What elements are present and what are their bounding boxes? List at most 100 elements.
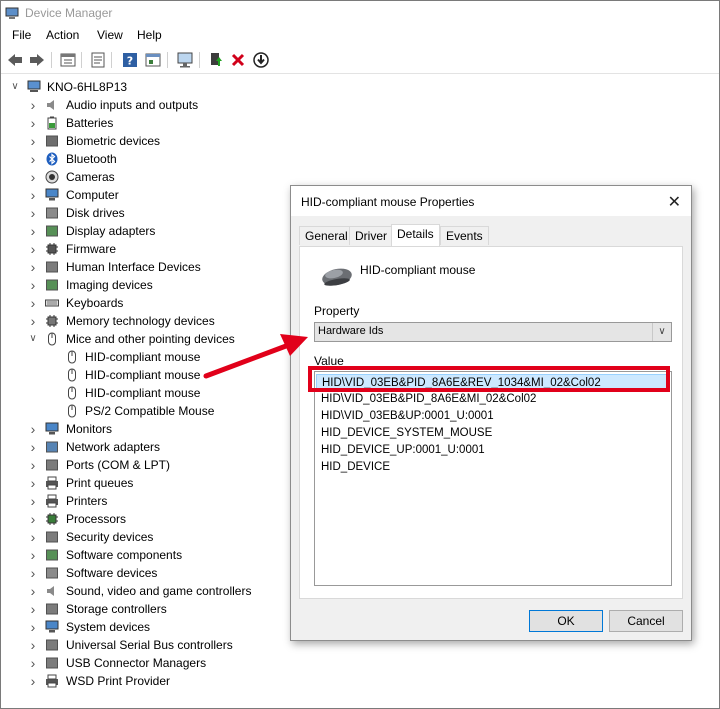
tree-category[interactable]: › Storage controllers	[27, 600, 307, 618]
value-item[interactable]: HID_DEVICE_UP:0001_U:0001	[321, 442, 485, 458]
tree-device-label: HID-compliant mouse	[85, 368, 201, 382]
tree-category[interactable]: › Biometric devices	[27, 132, 307, 150]
tab-general[interactable]: General	[299, 226, 354, 245]
properties-view-icon[interactable]	[59, 51, 77, 69]
tree-category[interactable]: › Network adapters	[27, 438, 307, 456]
chevron-right-icon[interactable]: ›	[27, 510, 39, 528]
chevron-right-icon[interactable]: ›	[27, 600, 39, 618]
tree-category[interactable]: › System devices	[27, 618, 307, 636]
chevron-right-icon[interactable]: ›	[27, 636, 39, 654]
tree-category[interactable]: › Display adapters	[27, 222, 307, 240]
tree-device[interactable]: HID-compliant mouse	[65, 366, 265, 384]
tree-category[interactable]: ∨ Mice and other pointing devices	[27, 330, 307, 348]
tab-details[interactable]: Details	[391, 224, 440, 246]
menu-file[interactable]: File	[12, 28, 31, 42]
tree-category[interactable]: › Print queues	[27, 474, 307, 492]
tree-category[interactable]: › Processors	[27, 510, 307, 528]
tree-category[interactable]: › Universal Serial Bus controllers	[27, 636, 307, 654]
forward-icon[interactable]	[28, 51, 46, 69]
tree-category[interactable]: › USB Connector Managers	[27, 654, 307, 672]
chevron-right-icon[interactable]: ›	[27, 96, 39, 114]
tree-category[interactable]: › Security devices	[27, 528, 307, 546]
chevron-right-icon[interactable]: ›	[27, 276, 39, 294]
chevron-right-icon[interactable]: ›	[27, 114, 39, 132]
scanner-icon	[46, 279, 58, 291]
tree-category[interactable]: › Bluetooth	[27, 150, 307, 168]
value-item[interactable]: HID\VID_03EB&UP:0001_U:0001	[321, 408, 494, 424]
hid-icon	[46, 261, 58, 273]
menu-help[interactable]: Help	[137, 28, 162, 42]
download-icon[interactable]	[252, 51, 270, 69]
tree-category[interactable]: › Monitors	[27, 420, 307, 438]
chevron-right-icon[interactable]: ›	[27, 204, 39, 222]
chevron-right-icon[interactable]: ›	[27, 222, 39, 240]
chevron-right-icon[interactable]: ›	[27, 150, 39, 168]
cancel-button[interactable]: Cancel	[609, 610, 683, 632]
tree-category[interactable]: › Memory technology devices	[27, 312, 307, 330]
update-driver-icon[interactable]	[207, 51, 225, 69]
properties-sheet-icon[interactable]	[89, 51, 107, 69]
uninstall-icon[interactable]	[229, 51, 247, 69]
chevron-right-icon[interactable]: ›	[27, 294, 39, 312]
chevron-down-icon[interactable]: ∨	[27, 330, 39, 348]
ok-button[interactable]: OK	[529, 610, 603, 632]
tree-category[interactable]: › Sound, video and game controllers	[27, 582, 307, 600]
tree-device[interactable]: HID-compliant mouse	[65, 348, 265, 366]
chevron-right-icon[interactable]: ›	[27, 240, 39, 258]
window-title: Device Manager	[25, 6, 113, 20]
tree-category[interactable]: › WSD Print Provider	[27, 672, 307, 690]
value-item[interactable]: HID\VID_03EB&PID_8A6E&MI_02&Col02	[321, 391, 536, 407]
menu-action[interactable]: Action	[46, 28, 79, 42]
chevron-right-icon[interactable]: ›	[27, 528, 39, 546]
tree-category[interactable]: › Keyboards	[27, 294, 307, 312]
chevron-right-icon[interactable]: ›	[27, 546, 39, 564]
close-icon[interactable]: ✕	[668, 192, 681, 212]
tree-category[interactable]: › Batteries	[27, 114, 307, 132]
tree-category[interactable]: › Firmware	[27, 240, 307, 258]
chevron-right-icon[interactable]: ›	[27, 474, 39, 492]
chevron-right-icon[interactable]: ›	[27, 654, 39, 672]
chevron-right-icon[interactable]: ›	[27, 672, 39, 690]
value-item[interactable]: HID_DEVICE_SYSTEM_MOUSE	[321, 425, 492, 441]
chevron-right-icon[interactable]: ›	[27, 564, 39, 582]
scan-hardware-icon[interactable]	[176, 51, 194, 69]
tree-category[interactable]: › Software devices	[27, 564, 307, 582]
chevron-right-icon[interactable]: ›	[27, 456, 39, 474]
tab-driver[interactable]: Driver	[349, 226, 393, 245]
tree-category[interactable]: › Printers	[27, 492, 307, 510]
tree-category-label: Ports (COM & LPT)	[66, 458, 171, 472]
tree-category[interactable]: › Imaging devices	[27, 276, 307, 294]
value-item[interactable]: HID_DEVICE	[321, 459, 390, 475]
chevron-down-icon[interactable]: ∨	[9, 78, 21, 96]
tree-category[interactable]: › Computer	[27, 186, 307, 204]
chevron-right-icon[interactable]: ›	[27, 186, 39, 204]
tree-device[interactable]: HID-compliant mouse	[65, 384, 265, 402]
chevron-right-icon[interactable]: ›	[27, 312, 39, 330]
chevron-right-icon[interactable]: ›	[27, 618, 39, 636]
menu-view[interactable]: View	[97, 28, 123, 42]
chevron-down-icon[interactable]: ∨	[652, 323, 671, 341]
back-icon[interactable]	[6, 51, 24, 69]
chevron-right-icon[interactable]: ›	[27, 168, 39, 186]
tree-category[interactable]: › Software components	[27, 546, 307, 564]
tree-category[interactable]: › Cameras	[27, 168, 307, 186]
memory-icon	[46, 315, 58, 327]
chevron-right-icon[interactable]: ›	[27, 258, 39, 276]
tree-root[interactable]: ∨ KNO-6HL8P13	[9, 78, 209, 96]
tab-events[interactable]: Events	[440, 226, 489, 245]
chevron-right-icon[interactable]: ›	[27, 132, 39, 150]
chevron-right-icon[interactable]: ›	[27, 492, 39, 510]
mouse-icon	[322, 268, 352, 286]
chevron-right-icon[interactable]: ›	[27, 582, 39, 600]
help-icon[interactable]: ?	[121, 51, 139, 69]
chevron-right-icon[interactable]: ›	[27, 438, 39, 456]
tree-category[interactable]: › Disk drives	[27, 204, 307, 222]
tree-category[interactable]: › Audio inputs and outputs	[27, 96, 307, 114]
tree-category[interactable]: › Human Interface Devices	[27, 258, 307, 276]
tree-device[interactable]: PS/2 Compatible Mouse	[65, 402, 265, 420]
action-view-icon[interactable]	[144, 51, 162, 69]
chevron-right-icon[interactable]: ›	[27, 420, 39, 438]
tree-category[interactable]: › Ports (COM & LPT)	[27, 456, 307, 474]
property-select[interactable]: Hardware Ids ∨	[314, 322, 672, 342]
value-listbox[interactable]: HID\VID_03EB&PID_8A6E&REV_1034&MI_02&Col…	[314, 371, 672, 586]
